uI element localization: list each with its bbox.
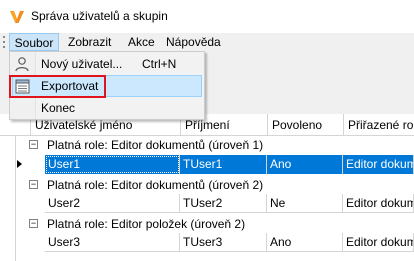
cell-surname[interactable]: TUser1 [180, 155, 267, 174]
group-label: Platná role: Editor dokumentů (úroveň 2) [47, 178, 264, 192]
menu-item-label: Konec [41, 101, 76, 115]
cell-roles[interactable]: Editor dokum [343, 233, 414, 252]
export-highlight-box [9, 75, 106, 98]
collapse-icon[interactable]: − [29, 219, 38, 228]
table-row[interactable]: User2 TUser2 Ne Editor dokum [45, 194, 414, 213]
current-row-indicator-icon [17, 160, 22, 168]
group-row[interactable]: − Platná role: Editor dokumentů (úroveň … [29, 136, 414, 155]
cell-enabled[interactable]: Ano [267, 155, 343, 174]
cell-username[interactable]: User2 [45, 194, 180, 213]
collapse-icon[interactable]: − [29, 140, 38, 149]
group-row[interactable]: − Platná role: Editor položek (úroveň 2) [29, 215, 414, 234]
cell-username[interactable]: User3 [45, 233, 180, 252]
menu-zobrazit[interactable]: Zobrazit [64, 33, 115, 51]
window-title: Správa uživatelů a skupin [31, 9, 168, 23]
cell-username[interactable]: User1 [45, 155, 180, 174]
menu-napoveda[interactable]: Nápověda [162, 33, 225, 51]
app-logo-icon [10, 11, 24, 23]
menu-grip-handle[interactable] [2, 36, 6, 49]
group-label: Platná role: Editor dokumentů (úroveň 1) [47, 138, 264, 152]
menu-akce[interactable]: Akce [124, 33, 159, 51]
table-row[interactable]: User1 TUser1 Ano Editor dokum [45, 155, 414, 174]
table-row[interactable]: User3 TUser3 Ano Editor dokum [45, 233, 414, 252]
menu-item-new-user[interactable]: Nový uživatel... Ctrl+N [11, 53, 203, 75]
group-row[interactable]: − Platná role: Editor dokumentů (úroveň … [29, 176, 414, 195]
cell-roles[interactable]: Editor dokum [343, 194, 414, 213]
cell-surname[interactable]: TUser2 [180, 194, 267, 213]
cell-enabled[interactable]: Ano [267, 233, 343, 252]
menu-item-label: Nový uživatel... [41, 57, 123, 71]
column-header-roles[interactable]: Přiřazené role [344, 114, 414, 136]
menu-item-shortcut: Ctrl+N [142, 57, 177, 71]
row-header-divider [15, 136, 16, 261]
menu-item-exit[interactable]: Konec [11, 97, 203, 119]
column-header-enabled[interactable]: Povoleno [268, 114, 344, 136]
user-icon [15, 57, 29, 72]
collapse-icon[interactable]: − [29, 180, 38, 189]
group-label: Platná role: Editor položek (úroveň 2) [47, 217, 246, 231]
cell-roles[interactable]: Editor dokum [343, 155, 414, 174]
menu-soubor[interactable]: Soubor [9, 33, 59, 51]
cell-surname[interactable]: TUser3 [180, 233, 267, 252]
cell-enabled[interactable]: Ne [267, 194, 343, 213]
